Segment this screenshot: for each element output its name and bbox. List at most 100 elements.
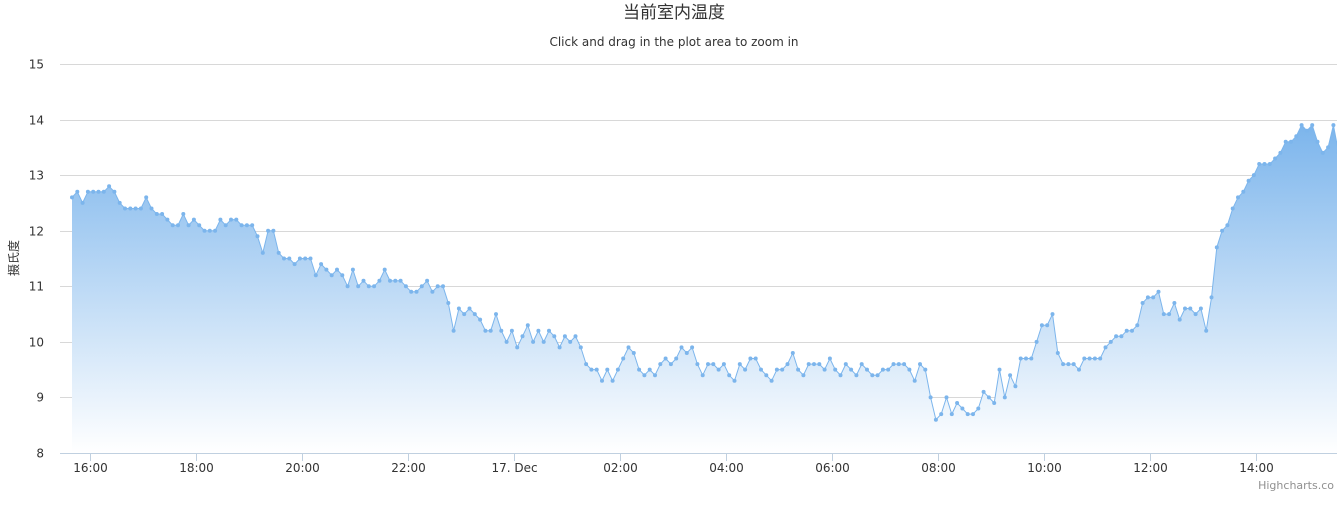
data-point[interactable] xyxy=(1231,207,1235,211)
data-point[interactable] xyxy=(982,390,986,394)
data-point[interactable] xyxy=(483,329,487,333)
data-point[interactable] xyxy=(1082,357,1086,361)
data-point[interactable] xyxy=(293,262,297,266)
data-point[interactable] xyxy=(796,368,800,372)
data-point[interactable] xyxy=(346,284,350,288)
data-point[interactable] xyxy=(955,401,959,405)
data-point[interactable] xyxy=(600,379,604,383)
area-chart[interactable]: 当前室内温度 Click and drag in the plot area t… xyxy=(0,0,1337,504)
data-point[interactable] xyxy=(1321,151,1325,155)
data-point[interactable] xyxy=(722,362,726,366)
data-point[interactable] xyxy=(1268,162,1272,166)
data-point[interactable] xyxy=(621,357,625,361)
data-point[interactable] xyxy=(473,312,477,316)
data-point[interactable] xyxy=(960,407,964,411)
data-point[interactable] xyxy=(849,368,853,372)
data-point[interactable] xyxy=(86,190,90,194)
data-point[interactable] xyxy=(870,373,874,377)
data-point[interactable] xyxy=(1024,357,1028,361)
data-point[interactable] xyxy=(611,379,615,383)
data-point[interactable] xyxy=(229,218,233,222)
data-point[interactable] xyxy=(817,362,821,366)
data-point[interactable] xyxy=(468,307,472,311)
data-point[interactable] xyxy=(1257,162,1261,166)
data-point[interactable] xyxy=(1183,307,1187,311)
data-point[interactable] xyxy=(324,268,328,272)
data-point[interactable] xyxy=(854,373,858,377)
data-point[interactable] xyxy=(717,368,721,372)
data-point[interactable] xyxy=(128,207,132,211)
data-point[interactable] xyxy=(653,373,657,377)
data-point[interactable] xyxy=(992,401,996,405)
data-point[interactable] xyxy=(690,345,694,349)
data-point[interactable] xyxy=(330,273,334,277)
data-point[interactable] xyxy=(1316,140,1320,144)
data-point[interactable] xyxy=(298,257,302,261)
data-point[interactable] xyxy=(118,201,122,205)
data-point[interactable] xyxy=(1098,357,1102,361)
data-point[interactable] xyxy=(876,373,880,377)
data-point[interactable] xyxy=(987,395,991,399)
data-point[interactable] xyxy=(250,223,254,227)
data-point[interactable] xyxy=(181,212,185,216)
data-point[interactable] xyxy=(192,218,196,222)
data-point[interactable] xyxy=(642,373,646,377)
data-point[interactable] xyxy=(112,190,116,194)
data-point[interactable] xyxy=(1061,362,1065,366)
data-point[interactable] xyxy=(1194,312,1198,316)
data-point[interactable] xyxy=(1236,195,1240,199)
data-point[interactable] xyxy=(266,229,270,233)
data-point[interactable] xyxy=(319,262,323,266)
data-point[interactable] xyxy=(658,362,662,366)
data-point[interactable] xyxy=(939,412,943,416)
data-point[interactable] xyxy=(881,368,885,372)
data-point[interactable] xyxy=(240,223,244,227)
data-point[interactable] xyxy=(950,412,954,416)
data-point[interactable] xyxy=(277,251,281,255)
data-point[interactable] xyxy=(213,229,217,233)
data-point[interactable] xyxy=(1093,357,1097,361)
data-point[interactable] xyxy=(351,268,355,272)
data-point[interactable] xyxy=(526,323,530,327)
data-point[interactable] xyxy=(807,362,811,366)
data-point[interactable] xyxy=(494,312,498,316)
data-point[interactable] xyxy=(1162,312,1166,316)
data-point[interactable] xyxy=(574,334,578,338)
data-point[interactable] xyxy=(865,368,869,372)
data-point[interactable] xyxy=(743,368,747,372)
chart-container[interactable]: 当前室内温度 Click and drag in the plot area t… xyxy=(0,0,1337,504)
data-point[interactable] xyxy=(1278,151,1282,155)
data-point[interactable] xyxy=(1146,295,1150,299)
data-point[interactable] xyxy=(701,373,705,377)
data-point[interactable] xyxy=(75,190,79,194)
data-point[interactable] xyxy=(314,273,318,277)
data-point[interactable] xyxy=(584,362,588,366)
data-point[interactable] xyxy=(489,329,493,333)
data-point[interactable] xyxy=(499,329,503,333)
data-point[interactable] xyxy=(563,334,567,338)
data-point[interactable] xyxy=(1247,179,1251,183)
data-point[interactable] xyxy=(521,334,525,338)
data-point[interactable] xyxy=(271,229,275,233)
data-point[interactable] xyxy=(733,379,737,383)
data-point[interactable] xyxy=(1210,295,1214,299)
data-point[interactable] xyxy=(1263,162,1267,166)
credits-link[interactable]: Highcharts.co xyxy=(1258,479,1334,492)
data-point[interactable] xyxy=(415,290,419,294)
data-point[interactable] xyxy=(823,368,827,372)
data-point[interactable] xyxy=(1051,312,1055,316)
data-point[interactable] xyxy=(536,329,540,333)
data-point[interactable] xyxy=(839,373,843,377)
data-point[interactable] xyxy=(1167,312,1171,316)
data-point[interactable] xyxy=(1035,340,1039,344)
data-point[interactable] xyxy=(510,329,514,333)
data-point[interactable] xyxy=(727,373,731,377)
data-point[interactable] xyxy=(1029,357,1033,361)
data-point[interactable] xyxy=(680,345,684,349)
data-point[interactable] xyxy=(446,301,450,305)
data-point[interactable] xyxy=(1130,329,1134,333)
data-point[interactable] xyxy=(160,212,164,216)
data-point[interactable] xyxy=(1204,329,1208,333)
data-point[interactable] xyxy=(1215,245,1219,249)
data-point[interactable] xyxy=(605,368,609,372)
